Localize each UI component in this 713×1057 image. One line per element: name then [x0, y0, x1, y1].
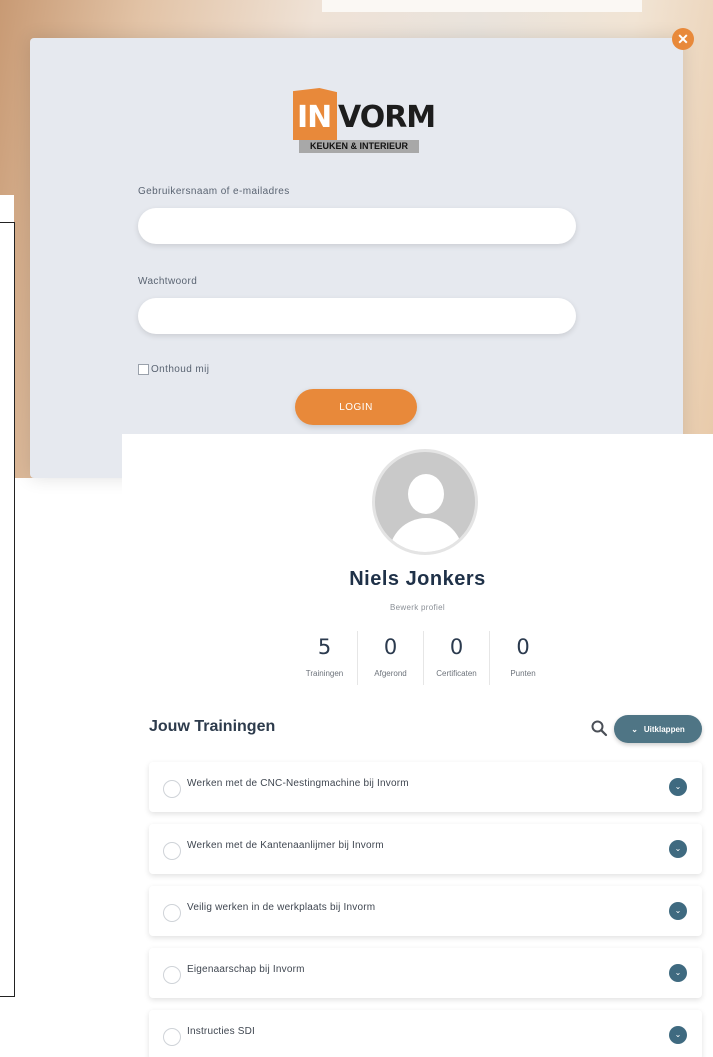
stat-value: 0: [516, 635, 530, 659]
username-input[interactable]: [138, 208, 576, 244]
remember-checkbox[interactable]: [138, 364, 149, 375]
remember-me[interactable]: Onthoud mij: [138, 364, 209, 375]
stat-label: Punten: [510, 669, 536, 678]
status-circle-icon: [163, 1028, 181, 1046]
training-title: Werken met de Kantenaanlijmer bij Invorm: [187, 840, 384, 851]
password-label: Wachtwoord: [138, 276, 198, 287]
training-item[interactable]: Werken met de CNC-Nestingmachine bij Inv…: [149, 762, 702, 812]
stat-value: 0: [383, 635, 398, 659]
avatar-body-icon: [389, 518, 463, 552]
training-title: Instructies SDI: [187, 1026, 256, 1037]
stat-trainingen: 5 Trainingen: [292, 631, 358, 685]
close-icon: ✕: [677, 31, 689, 47]
training-title: Veilig werken in de werkplaats bij Invor…: [187, 902, 376, 913]
training-title: Werken met de CNC-Nestingmachine bij Inv…: [187, 778, 409, 789]
stat-label: Afgerond: [374, 669, 407, 678]
training-list: Werken met de CNC-Nestingmachine bij Inv…: [149, 762, 702, 1057]
trainings-title: Jouw Trainingen: [149, 718, 276, 735]
stat-certificaten: 0 Certificaten: [424, 631, 490, 685]
left-outline-frame: [0, 222, 15, 997]
remember-label: Onthoud mij: [151, 364, 210, 375]
chevron-down-icon: ⌄: [631, 724, 638, 734]
username-label: Gebruikersnaam of e-mailadres: [138, 186, 290, 197]
status-circle-icon: [163, 842, 181, 860]
training-item[interactable]: Werken met de Kantenaanlijmer bij Invorm…: [149, 824, 702, 874]
stat-punten: 0 Punten: [490, 631, 556, 685]
expand-all-label: Uitklappen: [643, 724, 685, 734]
chevron-down-icon[interactable]: ⌄: [669, 778, 687, 796]
edit-profile-link[interactable]: Bewerk profiel: [122, 603, 713, 612]
close-button[interactable]: ✕: [672, 28, 694, 50]
status-circle-icon: [163, 966, 181, 984]
training-title: Eigenaarschap bij Invorm: [187, 964, 305, 975]
chevron-down-icon[interactable]: ⌄: [669, 840, 687, 858]
stat-label: Trainingen: [305, 669, 344, 678]
status-circle-icon: [163, 904, 181, 922]
search-icon[interactable]: [590, 719, 608, 737]
chevron-down-icon[interactable]: ⌄: [669, 1026, 687, 1044]
stat-value: 5: [317, 635, 332, 659]
status-circle-icon: [163, 780, 181, 798]
user-name: Niels Jonkers: [349, 568, 486, 590]
stat-afgerond: 0 Afgerond: [358, 631, 424, 685]
stat-value: 0: [449, 635, 464, 659]
logo-vorm-text: VORM: [338, 100, 436, 135]
expand-all-button[interactable]: ⌄ Uitklappen: [614, 715, 702, 743]
profile-stats: 5 Trainingen 0 Afgerond 0 Certificaten 0…: [292, 631, 556, 685]
background-strip: [322, 0, 642, 12]
stat-label: Certificaten: [436, 669, 477, 678]
training-item[interactable]: Eigenaarschap bij Invorm ⌄: [149, 948, 702, 998]
login-button[interactable]: LOGIN: [295, 389, 417, 425]
training-item[interactable]: Veilig werken in de werkplaats bij Invor…: [149, 886, 702, 936]
chevron-down-icon[interactable]: ⌄: [669, 964, 687, 982]
logo-tagline: KEUKEN & INTERIEUR: [299, 140, 419, 153]
invorm-logo: IN VORM KEUKEN & INTERIEUR: [293, 88, 436, 154]
avatar-head-icon: [408, 474, 444, 514]
chevron-down-icon[interactable]: ⌄: [669, 902, 687, 920]
logo-in-text: IN: [297, 100, 332, 135]
avatar[interactable]: [372, 449, 478, 555]
training-item[interactable]: Instructies SDI ⌄: [149, 1010, 702, 1057]
password-input[interactable]: [138, 298, 576, 334]
